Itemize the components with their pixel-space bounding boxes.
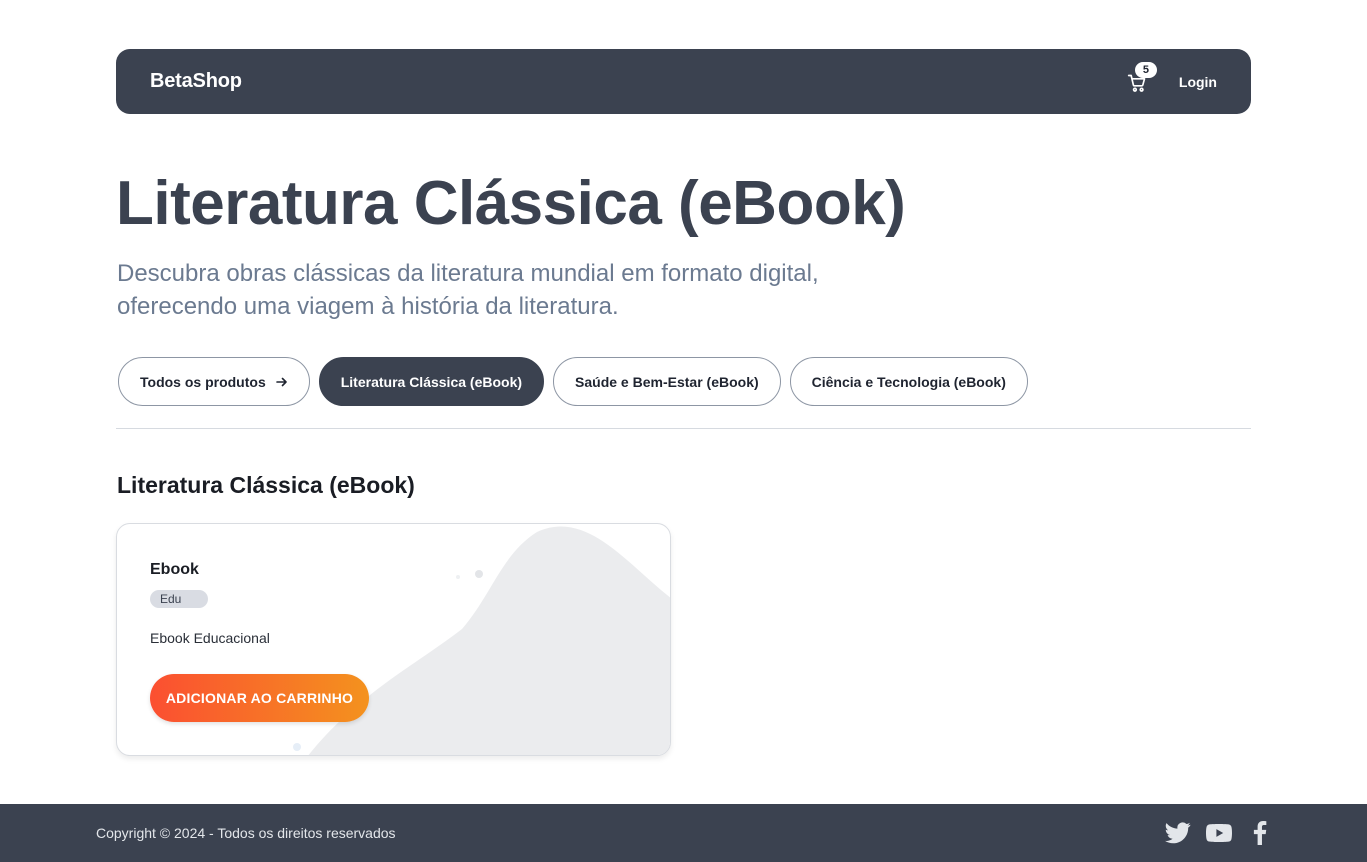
filter-ciencia-tecnologia[interactable]: Ciência e Tecnologia (eBook): [789, 357, 1028, 406]
social-links: [1164, 821, 1273, 845]
filter-saude-bem-estar[interactable]: Saúde e Bem-Estar (eBook): [553, 357, 781, 406]
page-description: Descubra obras clássicas da literatura m…: [117, 260, 819, 320]
filter-label: Ciência e Tecnologia (eBook): [811, 373, 1006, 390]
product-description: Ebook Educacional: [150, 630, 270, 646]
product-tag-badge: Edu: [150, 590, 208, 608]
divider: [116, 428, 1251, 429]
login-link[interactable]: Login: [1179, 74, 1217, 90]
youtube-icon[interactable]: [1205, 821, 1232, 845]
category-filters: Todos os produtos Literatura Clássica (e…: [118, 357, 1028, 406]
section-title: Literatura Clássica (eBook): [117, 472, 415, 498]
add-to-cart-button[interactable]: ADICIONAR AO CARRINHO: [150, 674, 369, 722]
product-card: Ebook Edu Ebook Educacional ADICIONAR AO…: [116, 523, 671, 756]
page-title: Literatura Clássica (eBook): [116, 169, 906, 238]
filter-label: Todos os produtos: [140, 373, 266, 390]
twitter-icon[interactable]: [1164, 821, 1191, 845]
navbar-actions: 5 Login: [1127, 61, 1217, 93]
cart-count-badge: 5: [1134, 61, 1157, 78]
filter-label: Saúde e Bem-Estar (eBook): [575, 373, 759, 390]
navbar: BetaShop 5 Login: [116, 49, 1251, 114]
product-name: Ebook: [150, 561, 199, 578]
arrow-right-icon: [275, 374, 288, 390]
filter-all-products[interactable]: Todos os produtos: [118, 357, 310, 406]
filter-label: Literatura Clássica (eBook): [340, 373, 523, 390]
footer: Copyright © 2024 - Todos os direitos res…: [0, 804, 1367, 862]
brand-logo[interactable]: BetaShop: [150, 70, 242, 93]
copyright-text: Copyright © 2024 - Todos os direitos res…: [96, 825, 396, 841]
facebook-icon[interactable]: [1246, 821, 1273, 845]
cart-button[interactable]: 5: [1127, 61, 1157, 93]
filter-literatura-classica[interactable]: Literatura Clássica (eBook): [318, 357, 545, 406]
